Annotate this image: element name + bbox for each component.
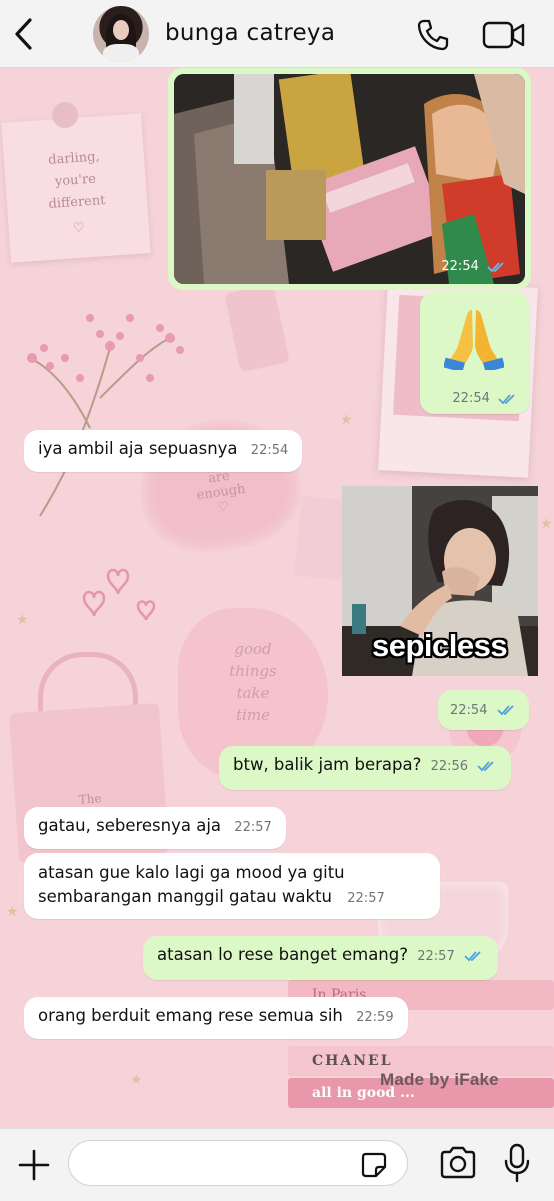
blot-line: good: [234, 640, 272, 658]
contact-name[interactable]: bunga catreya: [165, 20, 335, 46]
time-label: 22:57: [234, 820, 272, 835]
sticker-timestamp-bubble: 22:54: [438, 690, 529, 730]
message-text-line: sembarangan manggil gatau waktu: [38, 887, 333, 906]
message-text: orang berduit emang rese semua sih: [38, 1006, 343, 1025]
phone-icon[interactable]: [416, 18, 450, 52]
message-time: 22:54: [452, 391, 518, 406]
time-label: 22:54: [250, 443, 289, 458]
message-sticker-outgoing[interactable]: sepicless: [342, 486, 538, 676]
message-composer: [0, 1128, 554, 1201]
read-ticks-icon: [477, 760, 494, 771]
heart-icon: ♡: [72, 220, 86, 237]
wallpaper-note: darling, you're different ♡: [1, 113, 151, 263]
time-label: 22:57: [417, 949, 455, 964]
star-decoration: ★: [130, 1072, 143, 1088]
blot-line: take: [236, 684, 270, 702]
message-image-outgoing[interactable]: 22:54: [168, 68, 531, 290]
read-ticks-icon: [497, 704, 514, 715]
message-text-line: atasan gue kalo lagi ga mood ya gitu: [38, 863, 345, 882]
message-text: gatau, seberesnya aja: [38, 816, 222, 835]
time-label: 22:57: [347, 891, 385, 906]
time-label: 22:54: [452, 391, 490, 406]
video-camera-icon[interactable]: [482, 20, 526, 50]
camera-icon[interactable]: [438, 1145, 478, 1181]
message-input[interactable]: [68, 1140, 408, 1186]
sticker-caption: sepicless: [372, 628, 508, 663]
message-outgoing[interactable]: atasan lo rese banget emang? 22:57: [143, 936, 498, 980]
praying-hands-icon: [444, 310, 504, 370]
time-label: 22:54: [441, 259, 479, 274]
message-text: btw, balik jam berapa?: [233, 755, 422, 774]
message-time: 22:54: [441, 259, 507, 274]
star-decoration: ★: [340, 412, 353, 428]
shared-photo[interactable]: 22:54: [174, 74, 525, 284]
pin-decoration: [52, 102, 78, 128]
message-outgoing[interactable]: btw, balik jam berapa? 22:56: [219, 746, 512, 790]
sticker-icon[interactable]: [360, 1151, 388, 1179]
read-ticks-icon: [487, 261, 504, 272]
message-incoming[interactable]: atasan gue kalo lagi ga mood ya gitu sem…: [24, 853, 440, 919]
message-text: iya ambil aja sepuasnya: [38, 439, 238, 458]
time-label: 22:54: [450, 703, 488, 718]
hearts-decoration: [82, 568, 156, 621]
star-decoration: ★: [6, 904, 19, 920]
chevron-left-icon[interactable]: [10, 16, 40, 52]
star-decoration: ★: [540, 516, 553, 532]
message-incoming[interactable]: gatau, seberesnya aja 22:57: [24, 807, 286, 849]
blot-line: things: [229, 662, 277, 680]
plus-icon[interactable]: [16, 1147, 52, 1183]
ribbon-decoration: [224, 283, 290, 373]
read-ticks-icon: [498, 393, 515, 404]
star-decoration: ★: [16, 612, 29, 628]
avatar[interactable]: [93, 6, 149, 62]
message-emoji-outgoing[interactable]: 22:54: [420, 292, 530, 414]
watermark: Made by iFake: [380, 1070, 499, 1089]
time-label: 22:56: [430, 759, 469, 774]
message-text: atasan lo rese banget emang?: [157, 945, 408, 964]
read-ticks-icon: [464, 950, 481, 961]
message-incoming[interactable]: orang berduit emang rese semua sih 22:59: [24, 997, 408, 1039]
microphone-icon[interactable]: [502, 1143, 532, 1183]
blot-line: time: [236, 706, 270, 724]
time-label: 22:59: [356, 1010, 394, 1025]
message-incoming[interactable]: iya ambil aja sepuasnya 22:54: [24, 430, 303, 472]
chat-header: bunga catreya: [0, 0, 554, 68]
